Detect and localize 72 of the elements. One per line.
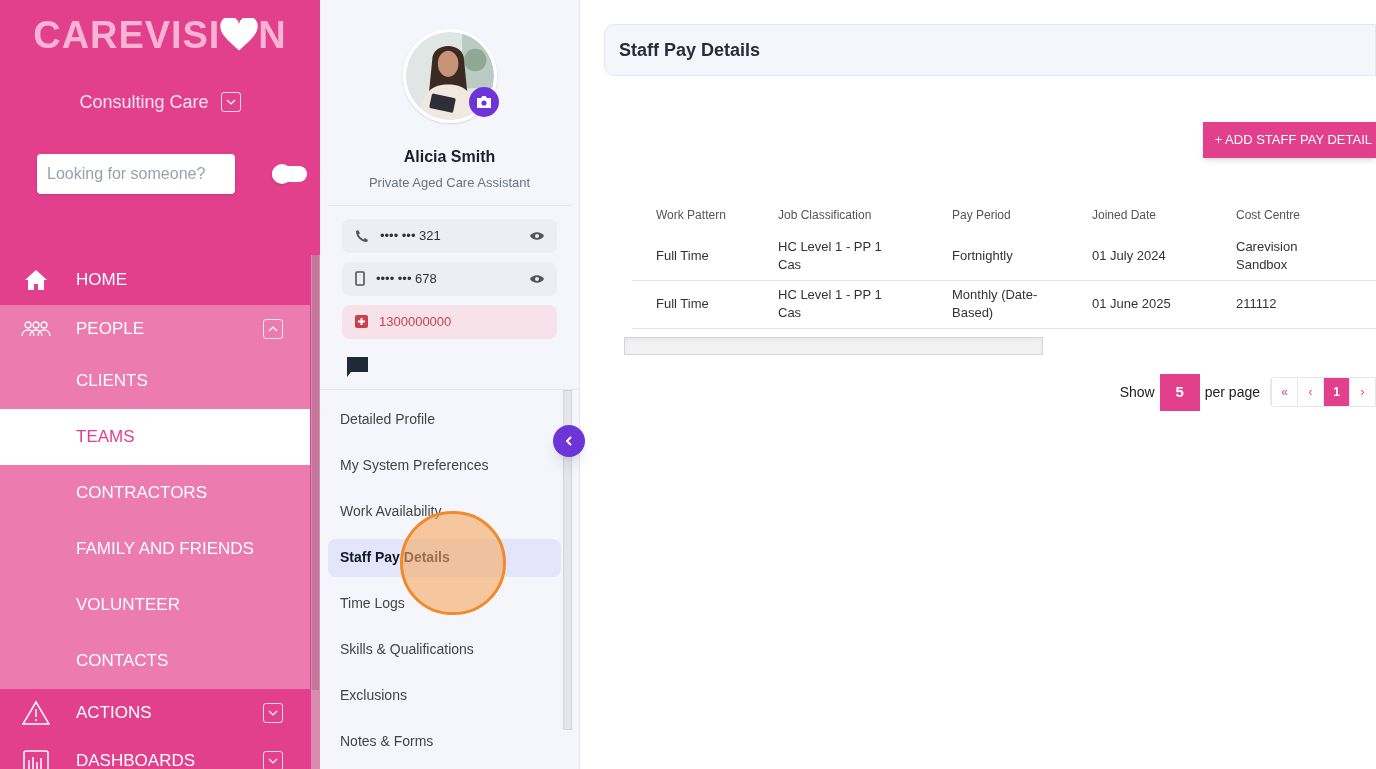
table-cell: Monthly (Date-Based) <box>952 280 1092 328</box>
eye-icon[interactable] <box>529 273 545 284</box>
chevron-down-icon <box>225 99 236 105</box>
nav-label: HOME <box>76 269 127 292</box>
nav-item[interactable]: VOLUNTEER <box>0 577 310 633</box>
menu-item[interactable]: Time Logs <box>328 584 561 623</box>
column-header: Joined Date <box>1092 198 1236 232</box>
column-header: Cost Centre <box>1236 207 1302 224</box>
mobile-icon <box>355 271 365 286</box>
menu-item[interactable]: Detailed Profile <box>328 400 561 439</box>
table-cell: 211112 <box>1236 280 1376 328</box>
dropdown-button[interactable] <box>220 92 241 112</box>
profile-name: Alicia Smith <box>403 147 496 167</box>
home-icon <box>24 269 48 291</box>
contact-value: 1300000000 <box>379 312 453 331</box>
horizontal-scrollbar[interactable] <box>624 336 1043 355</box>
toggle-switch[interactable] <box>272 166 307 182</box>
pagination-label: per page <box>1204 382 1260 402</box>
nav-item[interactable]: CONTACTS <box>0 633 310 689</box>
table-cell: HC Level 1 - PP 1 Cas <box>778 280 952 328</box>
chevron-down-icon <box>268 710 278 716</box>
contact-value: •••• ••• 321 <box>380 226 442 245</box>
chevron-down-icon <box>268 758 278 764</box>
nav-label: DASHBOARDS <box>76 750 196 769</box>
chevron-left-icon <box>565 435 573 447</box>
nav-label: ACTIONS <box>76 702 152 725</box>
nav-item[interactable]: CLIENTS <box>0 353 310 409</box>
chart-icon <box>23 750 49 769</box>
chat-icon[interactable] <box>347 356 368 377</box>
menu-item[interactable]: Notes & Forms <box>328 722 561 761</box>
column-header: Pay Period <box>952 198 1092 232</box>
scrollbar[interactable] <box>563 389 572 730</box>
menu-item[interactable]: Staff Pay Details <box>328 538 561 577</box>
medical-icon <box>355 315 368 328</box>
nav-item[interactable]: TEAMS <box>0 409 310 465</box>
page-title: Staff Pay Details <box>619 38 761 62</box>
expand-button[interactable] <box>263 703 283 723</box>
menu-item[interactable]: Exclusions <box>328 676 561 715</box>
contact-value: •••• ••• 678 <box>376 269 438 288</box>
table-cell: Carevision Sandbox <box>1236 232 1376 280</box>
menu-item[interactable]: My System Preferences <box>328 446 561 485</box>
organisation-name[interactable]: Consulting Care <box>79 88 209 116</box>
profile-role: Private Aged Care Assistant <box>368 174 531 192</box>
people-icon <box>21 320 51 338</box>
pagination-label: Show <box>1119 382 1155 402</box>
menu-item[interactable]: Skills & Qualifications <box>328 630 561 669</box>
nav-item[interactable]: FAMILY AND FRIENDS <box>0 521 310 577</box>
warning-icon <box>22 700 50 726</box>
phone-icon <box>355 228 369 243</box>
table-cell: HC Level 1 - PP 1 Cas <box>778 232 952 280</box>
nav-label: PEOPLE <box>76 318 145 341</box>
nav-item[interactable]: CONTRACTORS <box>0 465 310 521</box>
table-cell: Full Time <box>632 232 778 280</box>
search-field[interactable]: Looking for someone? <box>37 154 235 194</box>
nav-item[interactable]: PEOPLE <box>0 305 310 353</box>
column-header: Job Classification <box>778 207 873 224</box>
logo: CAREVISI N <box>33 12 287 58</box>
heart-icon <box>220 18 259 52</box>
scrollbar[interactable] <box>311 255 320 769</box>
eye-icon[interactable] <box>529 230 545 241</box>
menu-item[interactable]: Work Availability <box>328 492 561 531</box>
chevron-up-icon <box>268 326 278 332</box>
column-header: Work Pattern <box>632 198 778 232</box>
add-button[interactable]: + ADD STAFF PAY DETAIL <box>1202 122 1376 158</box>
expand-button[interactable] <box>263 751 283 769</box>
table-cell: Fortnightly <box>952 232 1092 280</box>
table-cell: 01 July 2024 <box>1092 232 1236 280</box>
page-button[interactable]: 1 <box>1323 378 1349 406</box>
camera-icon <box>475 95 492 109</box>
table-cell: 01 June 2025 <box>1092 280 1236 328</box>
table-cell: Full Time <box>632 280 778 328</box>
page-size-field[interactable]: 5 <box>1159 373 1200 411</box>
